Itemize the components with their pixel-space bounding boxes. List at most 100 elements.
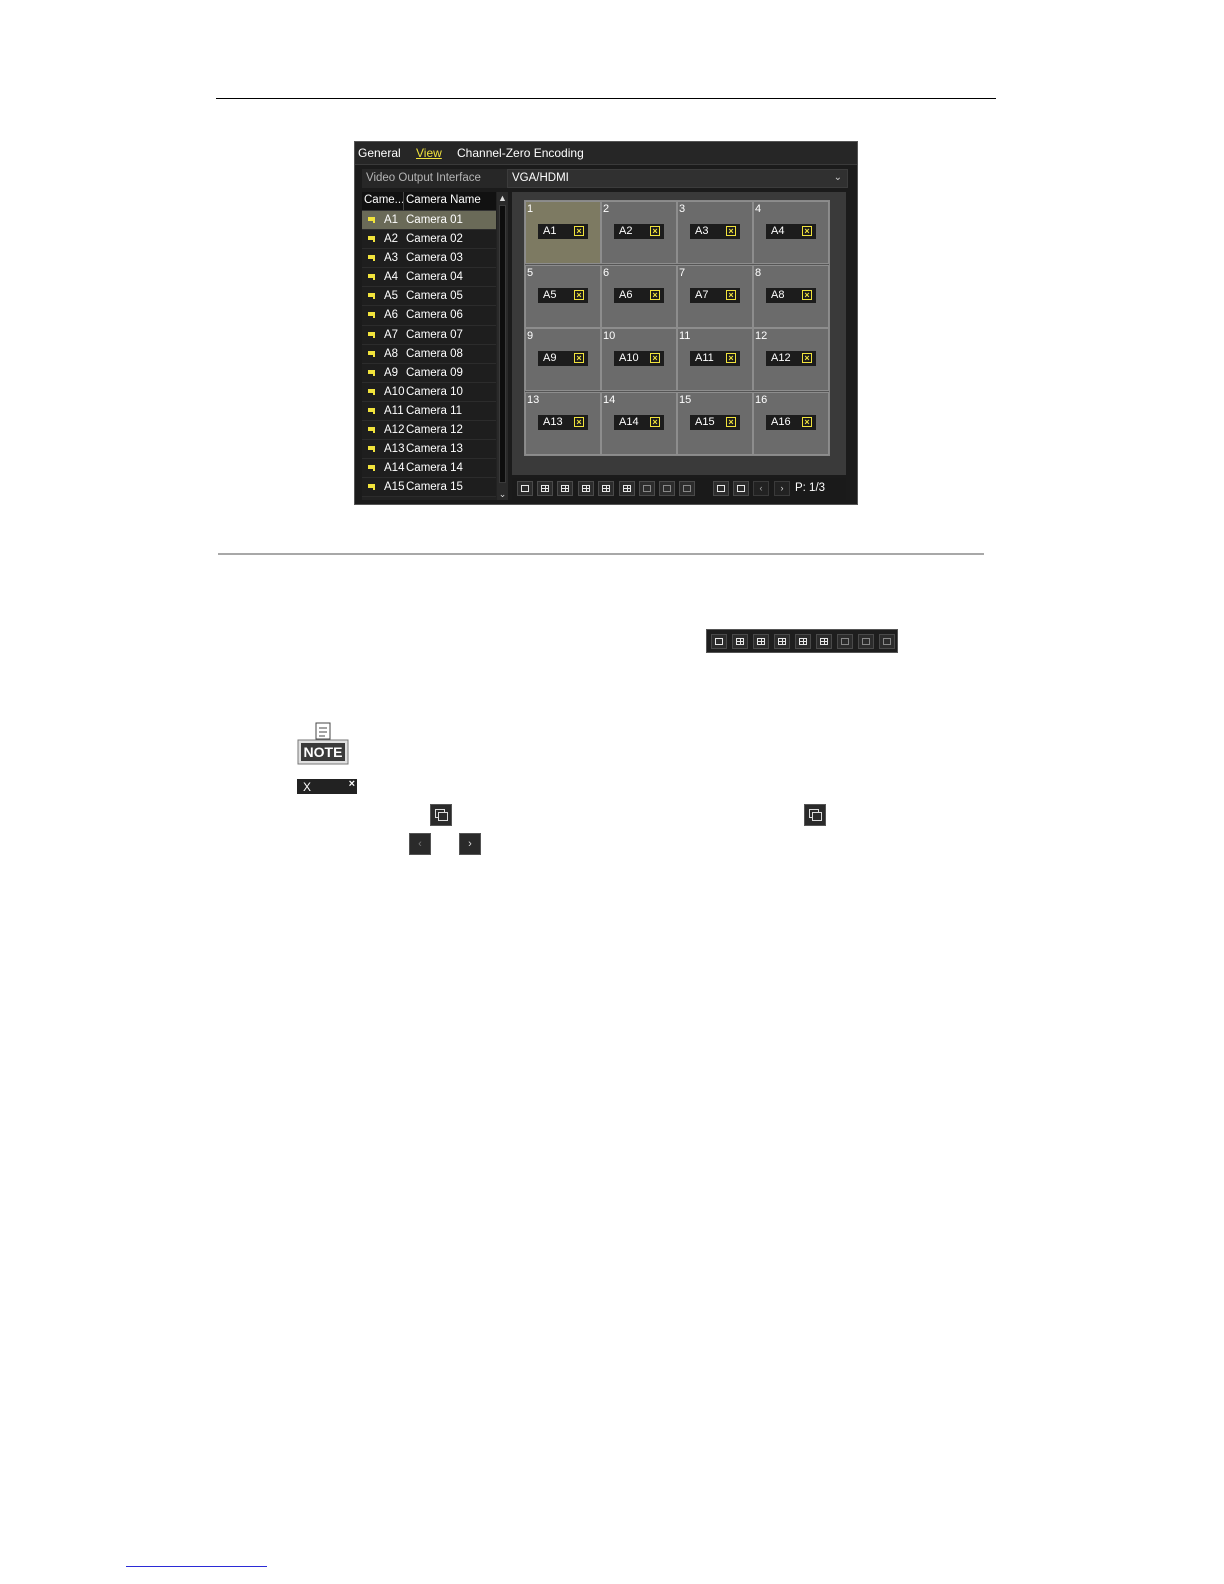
window-number: 15 <box>679 393 692 406</box>
camera-tag: A13 × <box>538 414 588 430</box>
start-live-view-icon[interactable] <box>713 481 729 496</box>
list-item[interactable]: A11 Camera 11 <box>362 401 496 422</box>
remove-camera-icon[interactable]: × <box>726 226 736 236</box>
video-output-select[interactable]: VGA/HDMI ⌄ <box>507 169 848 188</box>
remove-camera-icon[interactable]: × <box>574 416 584 427</box>
layout-6-icon[interactable] <box>753 634 769 649</box>
layout-25-icon[interactable] <box>837 634 853 649</box>
remove-camera-icon[interactable]: × <box>650 226 660 236</box>
list-item[interactable]: A10 Camera 10 <box>362 382 496 402</box>
view-window-9[interactable]: 9 A9 × <box>525 328 601 391</box>
view-window-5[interactable]: 5 A5 × <box>525 264 601 328</box>
layout-1-icon[interactable] <box>517 481 533 496</box>
list-item[interactable]: A5 Camera 05 <box>362 287 496 307</box>
list-item[interactable]: A12 Camera 12 <box>362 421 496 441</box>
next-page-icon[interactable]: › <box>459 833 481 855</box>
view-window-15[interactable]: 15 A15 × <box>677 391 753 455</box>
view-window-4[interactable]: 4 A4 × <box>753 201 829 264</box>
remove-camera-icon[interactable]: × <box>802 226 812 236</box>
layout-4-icon[interactable] <box>537 481 553 496</box>
layout-16-icon[interactable] <box>619 481 635 496</box>
layout-9-icon[interactable] <box>598 481 614 496</box>
layout-1-icon[interactable] <box>711 634 727 649</box>
list-item[interactable]: A6 Camera 06 <box>362 306 496 326</box>
list-item[interactable]: A1 Camera 01 <box>362 211 496 231</box>
list-item[interactable]: A8 Camera 08 <box>362 344 496 364</box>
camera-name: Camera 07 <box>406 328 463 341</box>
column-divider[interactable] <box>403 192 404 210</box>
remove-camera-icon[interactable]: × <box>574 226 584 236</box>
camera-tag: A2 × <box>614 224 664 239</box>
tab-channel-zero-encoding[interactable]: Channel-Zero Encoding <box>457 146 584 160</box>
list-item[interactable]: A3 Camera 03 <box>362 249 496 269</box>
camera-icon <box>368 446 375 453</box>
remove-camera-icon[interactable]: × <box>574 353 584 363</box>
camera-name: Camera 14 <box>406 462 463 475</box>
start-live-view-icon[interactable] <box>430 804 452 826</box>
list-item[interactable]: A4 Camera 04 <box>362 268 496 288</box>
layout-36-icon[interactable] <box>679 481 695 496</box>
footer-link-underline[interactable] <box>126 1566 267 1567</box>
view-window-6[interactable]: 6 A6 × <box>601 264 677 328</box>
view-window-12[interactable]: 12 A12 × <box>753 328 829 391</box>
remove-camera-icon[interactable]: × <box>574 289 584 300</box>
layout-8-icon[interactable] <box>578 481 594 496</box>
window-number: 6 <box>603 266 610 279</box>
previous-page-icon[interactable]: ‹ <box>753 481 769 496</box>
view-window-1[interactable]: 1 A1 × <box>525 201 601 264</box>
camera-tag: A15 × <box>690 414 740 430</box>
remove-camera-icon[interactable]: × <box>726 353 736 363</box>
camera-tag-label: A4 <box>771 225 785 237</box>
view-window-11[interactable]: 11 A11 × <box>677 328 753 391</box>
camera-tag: A16 × <box>766 414 816 430</box>
camera-list-scrollbar[interactable]: ▲ ⌄ <box>497 192 508 500</box>
view-window-7[interactable]: 7 A7 × <box>677 264 753 328</box>
layout-9-icon[interactable] <box>795 634 811 649</box>
stop-live-view-icon[interactable] <box>733 481 749 496</box>
remove-camera-icon[interactable]: × <box>802 353 812 363</box>
previous-page-icon[interactable]: ‹ <box>409 833 431 855</box>
remove-camera-icon[interactable]: × <box>726 289 736 300</box>
view-window-8[interactable]: 8 A8 × <box>753 264 829 328</box>
remove-camera-icon[interactable]: × <box>802 416 812 427</box>
tab-view[interactable]: View <box>416 146 442 160</box>
scroll-down-icon[interactable]: ⌄ <box>497 488 508 500</box>
list-item[interactable]: A13 Camera 13 <box>362 440 496 460</box>
remove-camera-icon[interactable]: × <box>650 416 660 427</box>
remove-camera-icon[interactable]: × <box>802 289 812 300</box>
list-item[interactable]: A14 Camera 14 <box>362 459 496 479</box>
view-window-3[interactable]: 3 A3 × <box>677 201 753 264</box>
view-window-2[interactable]: 2 A2 × <box>601 201 677 264</box>
layout-6-icon[interactable] <box>557 481 573 496</box>
list-item[interactable]: A7 Camera 07 <box>362 325 496 345</box>
list-item[interactable]: A9 Camera 09 <box>362 363 496 383</box>
chevron-down-icon: ⌄ <box>833 172 842 183</box>
layout-36-icon[interactable] <box>879 634 895 649</box>
scroll-thumb[interactable] <box>499 205 506 483</box>
view-window-10[interactable]: 10 A10 × <box>601 328 677 391</box>
column-header-camera-name[interactable]: Camera Name <box>406 194 481 206</box>
view-window-16[interactable]: 16 A16 × <box>753 391 829 455</box>
close-icon[interactable]: × <box>349 778 355 790</box>
camera-tag-label: A8 <box>771 288 785 301</box>
layout-8-icon[interactable] <box>774 634 790 649</box>
camera-tag-label: A12 <box>771 352 791 364</box>
list-item[interactable]: A2 Camera 02 <box>362 230 496 250</box>
layout-32-icon[interactable] <box>858 634 874 649</box>
column-header-camera[interactable]: Came... <box>364 194 404 206</box>
layout-16-icon[interactable] <box>816 634 832 649</box>
view-window-13[interactable]: 13 A13 × <box>525 391 601 455</box>
remove-camera-icon[interactable]: × <box>726 416 736 427</box>
camera-tag: A12 × <box>766 351 816 366</box>
tab-general[interactable]: General <box>358 146 401 160</box>
remove-camera-icon[interactable]: × <box>650 353 660 363</box>
view-window-14[interactable]: 14 A14 × <box>601 391 677 455</box>
layout-32-icon[interactable] <box>659 481 675 496</box>
list-item[interactable]: A15 Camera 15 <box>362 478 496 498</box>
next-page-icon[interactable]: › <box>774 481 790 496</box>
remove-camera-icon[interactable]: × <box>650 289 660 300</box>
layout-25-icon[interactable] <box>639 481 655 496</box>
stop-live-view-icon[interactable] <box>804 804 826 826</box>
scroll-up-icon[interactable]: ▲ <box>497 192 508 204</box>
layout-4-icon[interactable] <box>732 634 748 649</box>
